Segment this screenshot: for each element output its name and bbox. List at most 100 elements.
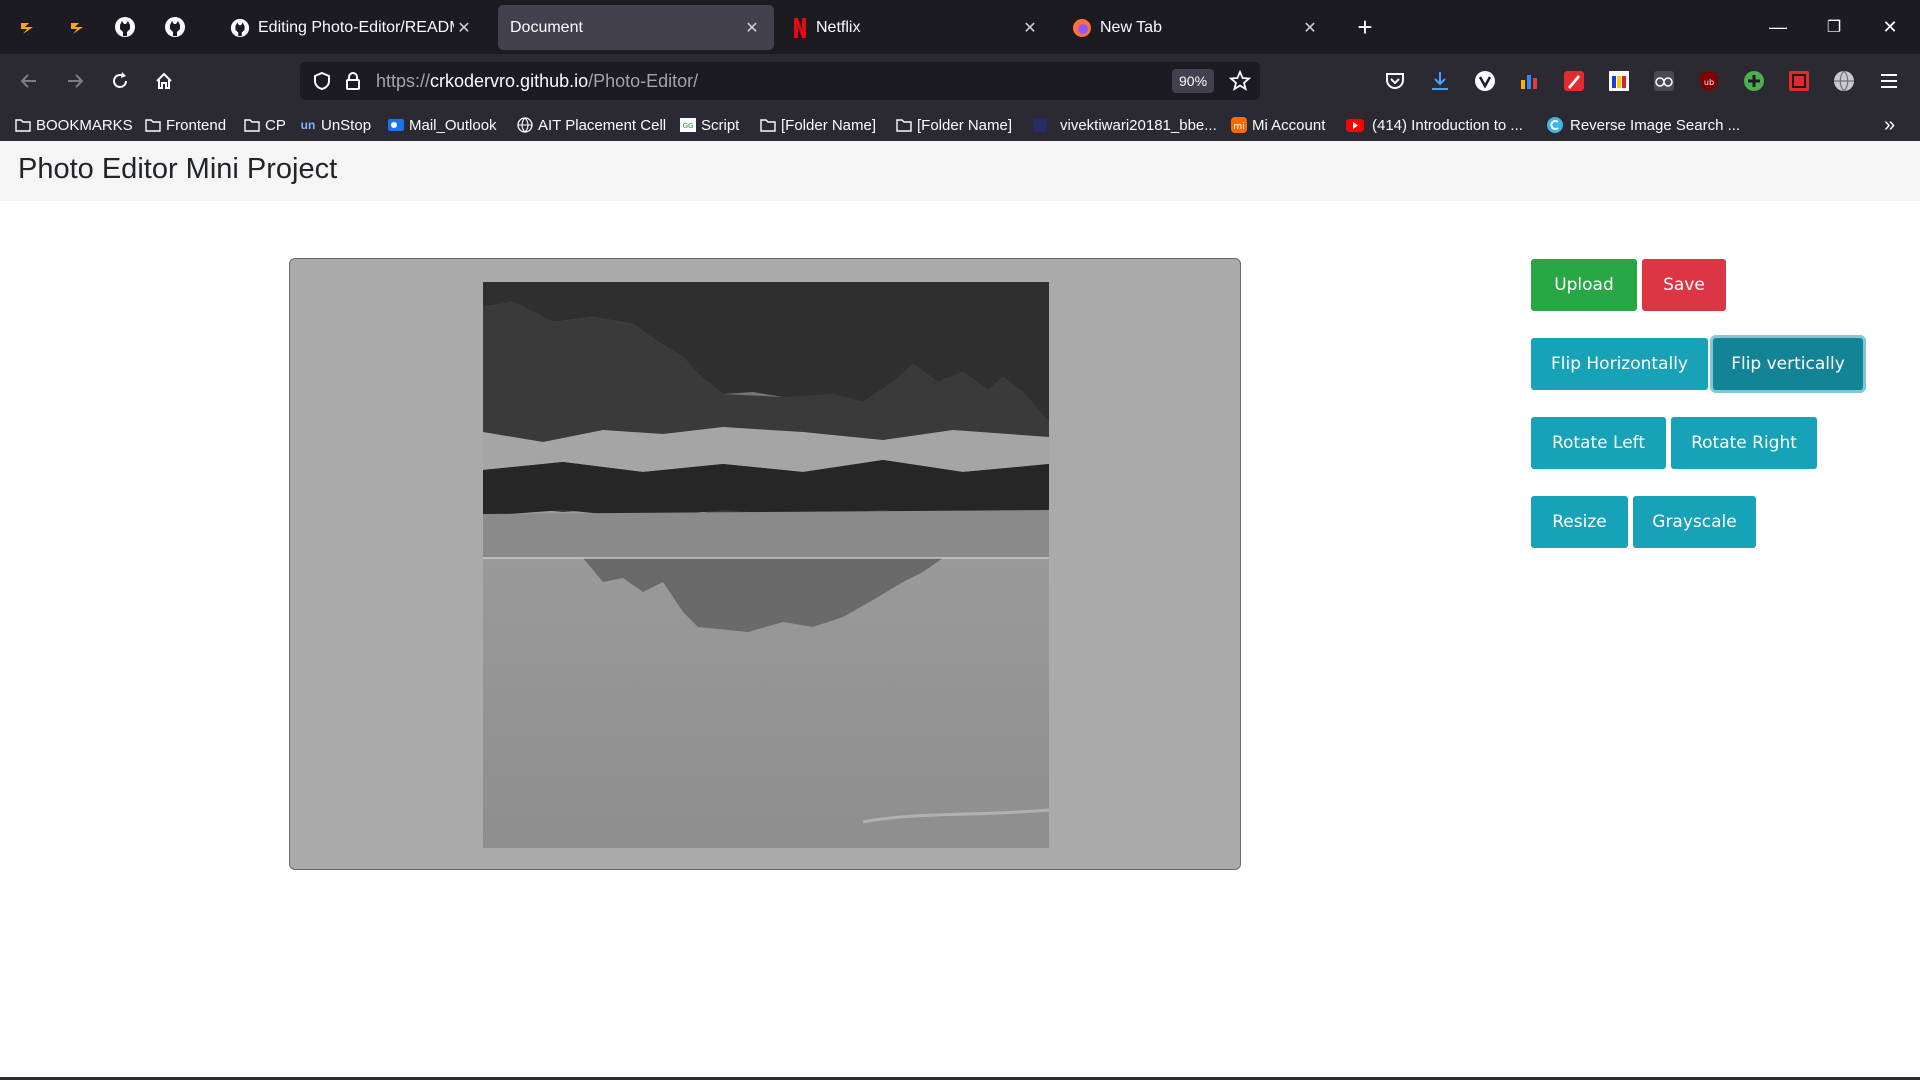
back-button[interactable] <box>12 64 46 98</box>
folder-icon <box>896 117 912 133</box>
tab-readme[interactable]: Editing Photo-Editor/README.md ✕ <box>218 5 486 50</box>
close-icon[interactable]: ✕ <box>454 18 474 38</box>
star-icon[interactable] <box>1229 70 1251 92</box>
bookmark-label: UnStop <box>321 116 372 134</box>
arrow-right-icon <box>68 74 84 88</box>
bookmark-mi-account[interactable]: mi Mi Account <box>1231 114 1325 136</box>
bookmark-ait-placement[interactable]: AIT Placement Cell <box>517 114 666 136</box>
tab-document[interactable]: Document ✕ <box>498 5 774 50</box>
bookmark-label: [Folder Name] <box>781 116 877 134</box>
restore-button[interactable]: ❐ <box>1814 10 1854 44</box>
globe-extension-icon[interactable] <box>1833 70 1855 92</box>
forward-button[interactable] <box>58 64 92 98</box>
home-button[interactable] <box>147 64 181 98</box>
pocket-icon[interactable] <box>1384 70 1406 92</box>
tab-netflix[interactable]: Netflix ✕ <box>780 5 1052 50</box>
pinned-tab-github-2[interactable] <box>160 12 190 42</box>
bookmark-label: [Folder Name] <box>917 116 1013 134</box>
flag-extension-icon[interactable] <box>1608 70 1630 92</box>
bookmark-reverse-image-search[interactable]: Reverse Image Search ... <box>1547 114 1740 136</box>
reverse-search-icon <box>1547 117 1563 133</box>
resize-button[interactable]: Resize <box>1531 496 1628 548</box>
bookmark-folder-name-1[interactable]: [Folder Name] <box>760 114 876 136</box>
page-title: Photo Editor Mini Project <box>18 153 338 185</box>
bookmark-unstop[interactable]: un UnStop <box>300 114 371 136</box>
bookmarks-bar: BOOKMARKS Frontend CP un UnStop Mail_Out… <box>0 108 1920 141</box>
bookmark-vivektiwari[interactable]: vivektiwari20181_bbe... <box>1032 114 1217 136</box>
ublock-icon[interactable]: ub <box>1698 70 1720 92</box>
bookmark-folder-name-2[interactable]: [Folder Name] <box>896 114 1012 136</box>
pinned-tab-2[interactable] <box>62 12 92 42</box>
rotate-right-button[interactable]: Rotate Right <box>1671 417 1817 469</box>
menu-icon[interactable] <box>1878 70 1900 92</box>
chart-extension-icon[interactable] <box>1518 70 1540 92</box>
bookmark-label: Script <box>701 116 740 134</box>
reload-icon <box>113 72 127 88</box>
minimize-icon: — <box>1769 16 1787 37</box>
home-icon <box>156 72 172 89</box>
flip-horizontally-button[interactable]: Flip Horizontally <box>1531 338 1708 390</box>
bookmark-mail-outlook[interactable]: Mail_Outlook <box>388 114 497 136</box>
pen-extension-icon[interactable] <box>1563 70 1585 92</box>
download-icon[interactable] <box>1429 70 1451 92</box>
bookmark-script[interactable]: GG Script <box>680 114 739 136</box>
page-header: Photo Editor Mini Project <box>0 141 1920 201</box>
edited-photo <box>483 282 1049 848</box>
bookmark-label: Frontend <box>166 116 227 134</box>
tab-title: Document <box>510 18 583 36</box>
tab-title: Netflix <box>816 18 861 36</box>
minimize-button[interactable]: — <box>1758 10 1798 44</box>
tab-new-tab[interactable]: New Tab ✕ <box>1060 5 1332 50</box>
svg-text:ub: ub <box>1704 78 1714 87</box>
navigation-bar: https://crkodervro.github.io/Photo-Edito… <box>0 54 1920 108</box>
screen-capture-icon[interactable] <box>1788 70 1810 92</box>
outlook-icon <box>388 117 404 133</box>
glasses-extension-icon[interactable] <box>1653 70 1675 92</box>
folder-icon <box>145 117 161 133</box>
pinned-tab-1[interactable] <box>12 12 42 42</box>
page-icon <box>1032 117 1048 133</box>
bookmark-bookmarks-folder[interactable]: BOOKMARKS <box>15 114 133 136</box>
bookmark-cp-folder[interactable]: CP <box>244 114 286 136</box>
youtube-icon <box>1346 117 1364 133</box>
close-icon[interactable]: ✕ <box>742 18 762 38</box>
close-window-button[interactable]: ✕ <box>1870 10 1910 44</box>
arrow-left-icon <box>20 74 36 88</box>
url-text[interactable]: https://crkodervro.github.io/Photo-Edito… <box>376 71 698 92</box>
plus-extension-icon[interactable] <box>1743 70 1765 92</box>
restore-icon: ❐ <box>1826 19 1842 36</box>
pinned-tab-github-1[interactable] <box>110 12 140 42</box>
script-icon: GG <box>680 117 696 133</box>
vimeo-extension-icon[interactable] <box>1474 70 1496 92</box>
unstop-icon: un <box>300 118 316 132</box>
zoom-indicator[interactable]: 90% <box>1172 69 1215 93</box>
reload-button[interactable] <box>103 64 137 98</box>
bolt-icon <box>71 23 83 34</box>
bookmark-label: AIT Placement Cell <box>538 116 667 134</box>
more-bookmarks-button[interactable]: » <box>1884 114 1895 136</box>
svg-text:GG: GG <box>683 122 694 130</box>
close-icon[interactable]: ✕ <box>1020 18 1040 38</box>
rotate-left-button[interactable]: Rotate Left <box>1531 417 1666 469</box>
flip-vertically-button[interactable]: Flip vertically <box>1713 338 1863 390</box>
url-bar[interactable]: https://crkodervro.github.io/Photo-Edito… <box>300 62 1260 100</box>
save-button[interactable]: Save <box>1642 259 1726 311</box>
tab-bar: Editing Photo-Editor/README.md ✕ Documen… <box>0 0 1920 54</box>
close-icon[interactable]: ✕ <box>1300 18 1320 38</box>
shield-icon[interactable] <box>312 71 332 91</box>
plus-icon: + <box>1357 11 1373 42</box>
svg-text:mi: mi <box>1233 122 1244 132</box>
github-icon <box>115 17 135 37</box>
bookmark-label: Reverse Image Search ... <box>1570 116 1741 134</box>
grayscale-button[interactable]: Grayscale <box>1633 496 1756 548</box>
url-scheme: https:// <box>376 71 431 91</box>
upload-button[interactable]: Upload <box>1531 259 1637 311</box>
folder-icon <box>15 117 31 133</box>
url-host: crkodervro.github.io <box>430 71 589 91</box>
bookmark-youtube[interactable]: (414) Introduction to ... <box>1346 114 1523 136</box>
new-tab-button[interactable]: + <box>1345 10 1385 44</box>
bookmark-label: vivektiwari20181_bbe... <box>1060 116 1217 134</box>
bookmark-label: CP <box>265 116 286 134</box>
bookmark-frontend-folder[interactable]: Frontend <box>145 114 226 136</box>
lock-icon[interactable] <box>344 71 362 91</box>
